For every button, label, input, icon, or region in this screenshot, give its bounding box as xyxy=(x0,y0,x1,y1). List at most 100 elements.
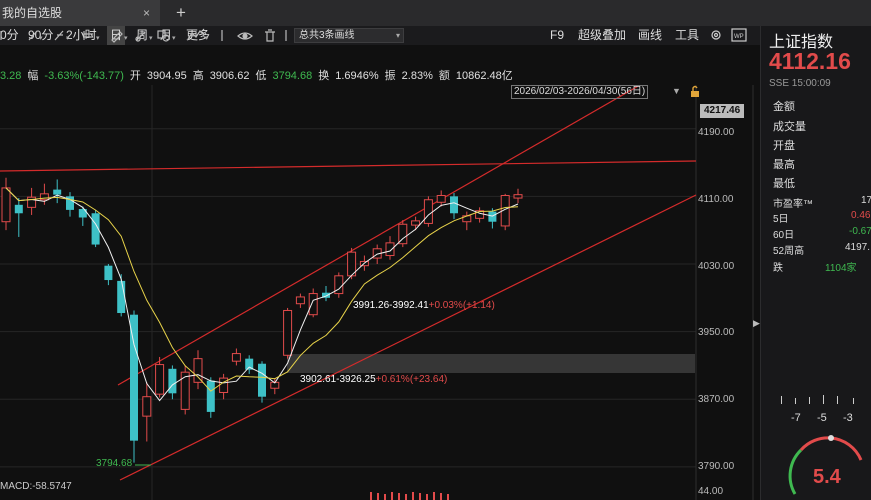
distribution-bars xyxy=(781,395,854,404)
candle xyxy=(130,310,138,463)
svg-text:▾: ▾ xyxy=(124,35,128,42)
candle-body xyxy=(130,314,138,441)
candle-body xyxy=(104,265,113,281)
amount-label: 额 xyxy=(438,70,450,82)
fall-value: 1104家 xyxy=(825,263,857,274)
svg-text:▾: ▾ xyxy=(172,35,176,42)
volume-bar xyxy=(405,494,407,500)
tab-bar: 我的自选股 × + xyxy=(0,0,871,26)
add-tab-icon[interactable]: + xyxy=(176,1,186,25)
candle xyxy=(423,196,433,227)
candle-body xyxy=(411,220,421,226)
annotation-1: 3991.26-3992.41+0.03%(+1.14) xyxy=(353,300,495,311)
y-tick: 4110.00 xyxy=(698,194,734,205)
volume-axis-label: 44.00 xyxy=(698,486,724,497)
volume-bar xyxy=(412,492,414,500)
lock-icon[interactable] xyxy=(688,84,702,98)
caret-down-icon[interactable]: ▼ xyxy=(672,86,681,96)
drawing-list-dropdown[interactable]: 总共3条画线 ▾ xyxy=(294,28,404,43)
annotation-2-pct: +0.61%(+23.64) xyxy=(375,374,448,385)
candle-body xyxy=(168,368,177,394)
toolbar-right-icons: WP xyxy=(711,28,747,42)
candle xyxy=(258,361,266,403)
annotation-1-pct: +0.03%(+1.14) xyxy=(428,300,495,311)
candle-body xyxy=(14,204,23,214)
dist-label: -3 xyxy=(843,412,853,424)
open-row: 开盘 xyxy=(773,140,795,152)
change-label: 幅 xyxy=(27,70,39,82)
overlay-button[interactable]: 超级叠加 xyxy=(578,26,626,45)
candle xyxy=(334,272,344,298)
svg-text:▾: ▾ xyxy=(39,35,43,42)
candle-body xyxy=(450,196,458,214)
f9-button[interactable]: F9 xyxy=(550,26,564,45)
candle-body xyxy=(206,380,215,412)
line-tool-icon: ▾ xyxy=(28,30,43,42)
eye-icon xyxy=(237,32,253,40)
candle-body xyxy=(385,242,395,257)
candle-body xyxy=(193,358,203,383)
annotation-2-range: 3902.61-3926.25 xyxy=(300,374,376,385)
w52-label: 52周高 xyxy=(773,246,805,257)
trash-icon xyxy=(265,29,275,42)
candle-body xyxy=(423,199,433,224)
tools-button[interactable]: 工具 xyxy=(675,26,699,45)
candle-body xyxy=(258,363,266,397)
brush-tool-icon: ▾ xyxy=(135,31,153,42)
high-label: 高 xyxy=(192,70,204,82)
kline-chart[interactable] xyxy=(0,85,760,500)
candle-body xyxy=(488,211,497,222)
volume-row: 成交量 xyxy=(773,121,806,133)
svg-text:WP: WP xyxy=(734,34,744,40)
candle-body xyxy=(53,189,62,195)
candle-body xyxy=(283,309,293,356)
candle-body xyxy=(295,296,305,305)
candle xyxy=(347,247,357,280)
candle-body xyxy=(436,195,446,203)
volume-bar xyxy=(370,492,372,500)
quote-panel: ▶ 上证指数 4112.16 SSE 15:00:09 金额 成交量 开盘 最高… xyxy=(753,26,871,500)
drawing-tools: ▾ ▾ ▾ ▾ ▾ ▾ ▾ xyxy=(0,29,287,43)
annotation-2: 3902.61-3926.25+0.61%(+23.64) xyxy=(300,374,447,385)
trading-app: { "tabs":{"active":"我的自选股","add":"+","cl… xyxy=(0,0,871,500)
amount-value: 10862.48亿 xyxy=(455,70,513,82)
close-icon[interactable]: × xyxy=(143,0,150,26)
candle-body xyxy=(231,353,241,362)
high-value: 3906.62 xyxy=(209,70,250,82)
max-price-label: 4217.46 xyxy=(700,104,745,118)
chevron-right-icon[interactable]: ▶ xyxy=(753,318,760,329)
date-range[interactable]: 2026/02/03-2026/04/30(56日) xyxy=(511,85,649,99)
y-tick: 3790.00 xyxy=(698,461,735,472)
candle xyxy=(398,220,408,248)
svg-text:▾: ▾ xyxy=(149,35,153,42)
low-row: 最低 xyxy=(773,178,795,190)
open-label: 开 xyxy=(129,70,141,82)
pe-label: 市盈率™ xyxy=(773,199,813,210)
chevron-down-icon: ▾ xyxy=(395,31,400,40)
tab-watchlist[interactable]: 我的自选股 xyxy=(0,0,160,26)
candle-body xyxy=(155,364,165,395)
wave-tool-icon: ▾ xyxy=(187,30,209,42)
gauge-value: 5.4 xyxy=(813,466,841,488)
index-price: 4112.16 xyxy=(769,48,851,74)
low-value: 3794.68 xyxy=(272,70,313,82)
y-tick: 3950.00 xyxy=(698,327,735,338)
amp-value: 2.83% xyxy=(401,70,433,82)
turnover-value: 1.6946% xyxy=(335,70,379,82)
candle-body xyxy=(1,187,11,223)
gear-icon xyxy=(711,30,721,40)
ray-tool-icon: ▾ xyxy=(54,30,70,42)
dist-label: -5 xyxy=(817,412,827,424)
candle xyxy=(206,377,215,418)
macd-label: MACD:-58.5747 xyxy=(0,481,72,492)
highlight-band xyxy=(287,354,695,373)
svg-text:▾: ▾ xyxy=(96,35,100,42)
candle xyxy=(180,365,190,415)
low-label: 低 xyxy=(255,70,267,82)
amp-label: 振 xyxy=(384,70,396,82)
draw-line-button[interactable]: 画线 xyxy=(638,26,662,45)
candle-body xyxy=(142,396,152,417)
fall-label: 跌 xyxy=(773,263,783,274)
volume-bar xyxy=(447,494,449,500)
shape-tool-icon: ▾ xyxy=(157,30,176,42)
